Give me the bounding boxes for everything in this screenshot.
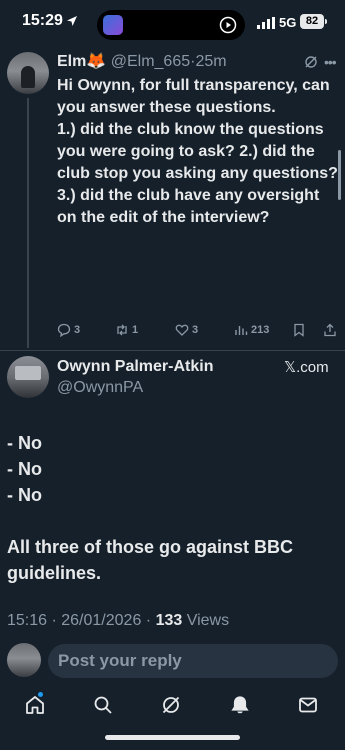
tweet-views-count[interactable]: 133 [156, 612, 183, 629]
notifications-icon [231, 696, 249, 714]
more-options-icon[interactable]: ••• [324, 54, 337, 70]
comment-icon [57, 323, 71, 337]
status-time: 15:29 [22, 12, 63, 29]
main-author-name[interactable]: Owynn Palmer-Atkin [57, 358, 213, 376]
tweet-views-label: Views [182, 612, 230, 629]
analytics-icon [235, 326, 248, 335]
my-avatar[interactable] [7, 643, 41, 677]
retweet-count: 1 [132, 324, 139, 336]
scrollbar[interactable] [338, 150, 341, 200]
signal-icon [257, 17, 275, 29]
main-author-handle[interactable]: @OwynnPA [57, 379, 143, 397]
tweet-meta: 15:16 · 26/01/2026 · 133 Views [7, 612, 229, 630]
main-author-avatar[interactable] [7, 356, 49, 398]
grok-icon[interactable] [304, 55, 318, 69]
reply-time[interactable]: 25m [195, 53, 226, 70]
home-icon [26, 696, 44, 714]
reply-input[interactable] [48, 644, 338, 678]
location-arrow-icon [67, 16, 77, 26]
battery-tip [325, 19, 327, 24]
tab-grok[interactable] [160, 694, 182, 716]
bookmark-action[interactable] [292, 322, 309, 338]
tab-search[interactable] [92, 694, 114, 716]
avatar-figure [21, 66, 35, 88]
share-icon [324, 323, 336, 337]
messages-icon [299, 697, 317, 713]
like-count: 3 [192, 324, 199, 336]
view-count: 213 [251, 324, 270, 336]
avatar-photo [15, 366, 41, 380]
tab-home[interactable] [24, 694, 46, 716]
retweet-icon [117, 324, 127, 336]
network-type: 5G [279, 15, 297, 30]
closing-statement: All three of those go against BBC guidel… [7, 537, 294, 583]
main-tweet-text: - No - No - No All three of those go aga… [7, 430, 327, 586]
heart-icon [175, 324, 189, 336]
reply-text: Hi Owynn, for full transparency, can you… [57, 77, 338, 226]
reply-author-handle[interactable]: @Elm_665 [111, 53, 190, 70]
dynamic-island [97, 10, 245, 40]
tweet-timestamp[interactable]: 15:16 · 26/01/2026 · [7, 612, 156, 629]
reply-action[interactable]: 3 [57, 322, 80, 338]
search-icon [94, 696, 112, 714]
play-icon[interactable] [219, 16, 237, 34]
reply-author-avatar[interactable] [7, 52, 49, 94]
thread-line [27, 98, 29, 348]
unread-dot [38, 692, 43, 697]
reply-count: 3 [74, 324, 81, 336]
reply-author-name[interactable]: Elm🦊 [57, 53, 106, 70]
retweet-action[interactable]: 1 [115, 322, 138, 338]
tab-notifications[interactable] [229, 694, 251, 716]
bookmark-icon [294, 323, 304, 337]
views-action[interactable]: 213 [234, 322, 269, 338]
answer-line: - No [7, 433, 42, 453]
app-icon[interactable] [103, 15, 123, 35]
share-action[interactable] [323, 322, 340, 338]
tab-messages[interactable] [297, 694, 319, 716]
home-indicator [105, 735, 240, 740]
like-action[interactable]: 3 [175, 322, 198, 338]
battery-icon: 82 [300, 14, 324, 29]
grok-icon [162, 696, 180, 714]
reply-header: Elm🦊 @Elm_665·25m [57, 51, 227, 71]
source-label: 𝕏.com [284, 359, 329, 376]
divider [0, 350, 345, 351]
tab-bar [0, 686, 345, 750]
answer-line: - No [7, 459, 42, 479]
answer-line: - No [7, 485, 42, 505]
